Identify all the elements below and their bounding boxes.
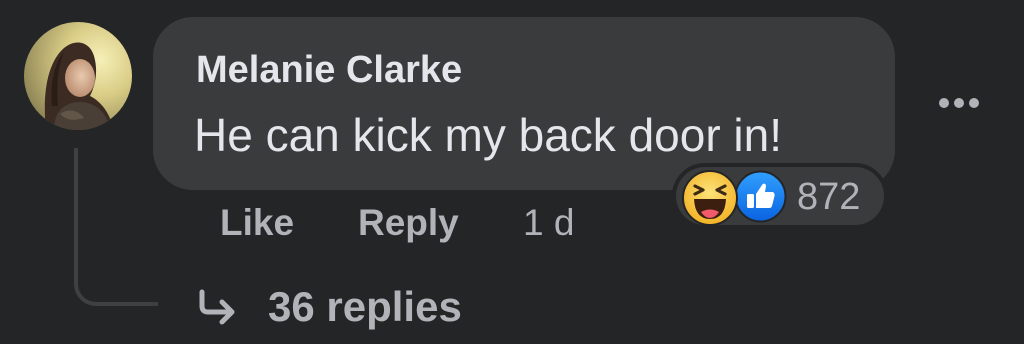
comment-text: He can kick my back door in! xyxy=(194,109,783,161)
more-options-icon-dot xyxy=(954,98,964,108)
like-button[interactable]: Like xyxy=(220,200,294,246)
more-options-icon xyxy=(939,98,949,108)
like-icon xyxy=(734,170,787,223)
profile-photo xyxy=(24,22,132,130)
reaction-count[interactable]: 872 xyxy=(797,175,860,219)
comment-author-name[interactable]: Melanie Clarke xyxy=(196,46,462,94)
reply-arrow-icon xyxy=(199,289,235,325)
haha-icon xyxy=(681,169,739,227)
view-replies-link[interactable]: 36 replies xyxy=(196,280,462,334)
replies-count: 36 replies xyxy=(268,283,462,330)
reply-button[interactable]: Reply xyxy=(358,200,459,246)
avatar[interactable] xyxy=(24,22,132,130)
more-options-button[interactable] xyxy=(930,88,988,118)
comment-timestamp[interactable]: 1 d xyxy=(523,200,574,246)
more-options-icon-dot xyxy=(969,98,979,108)
reply-thread-line xyxy=(74,148,158,306)
